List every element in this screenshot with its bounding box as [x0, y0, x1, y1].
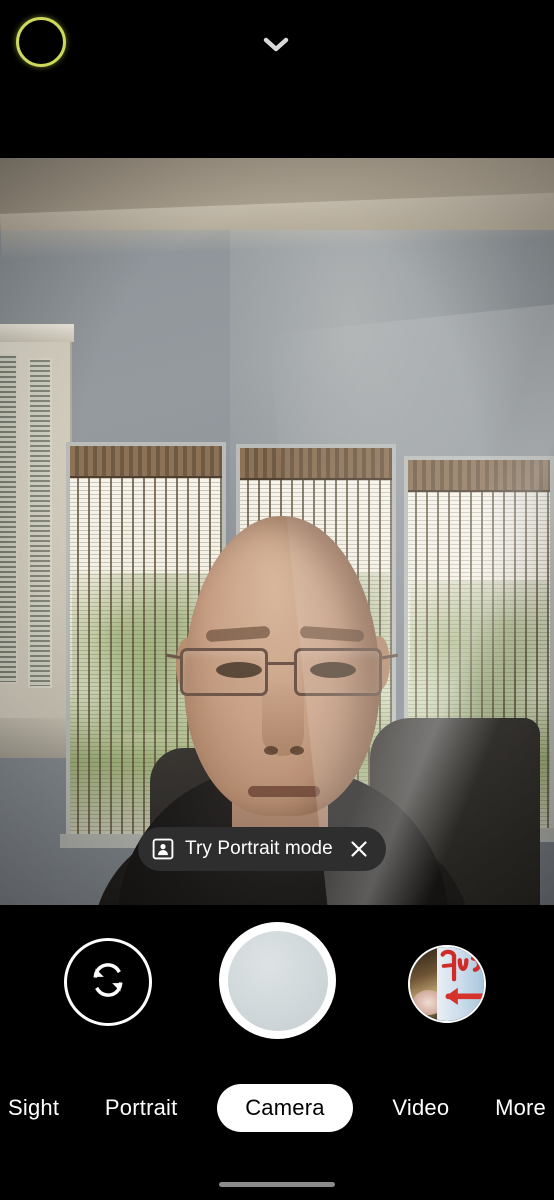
chevron-down-icon[interactable] [259, 30, 293, 58]
close-icon[interactable] [348, 838, 370, 860]
mode-camera[interactable]: Camera [217, 1084, 353, 1132]
shutter-button[interactable] [219, 922, 336, 1039]
mode-more[interactable]: More [489, 1095, 552, 1121]
flip-camera-icon [83, 955, 133, 1010]
top-control-bar [0, 0, 554, 158]
scene-vignette [0, 158, 554, 905]
thumbnail-red-markings-icon [440, 949, 484, 1005]
mode-portrait[interactable]: Portrait [99, 1095, 184, 1121]
mode-night-sight[interactable]: Sight [2, 1095, 65, 1121]
portrait-mode-suggestion[interactable]: Try Portrait mode [138, 827, 386, 871]
camera-viewfinder[interactable] [0, 158, 554, 905]
camera-mode-selector[interactable]: Sight Portrait Camera Video More [0, 1078, 554, 1138]
camera-active-indicator-icon [16, 17, 66, 67]
mode-video[interactable]: Video [386, 1095, 455, 1121]
shutter-inner-circle [227, 930, 328, 1031]
home-gesture-bar[interactable] [219, 1182, 335, 1187]
suggestion-label: Try Portrait mode [185, 838, 333, 859]
gallery-thumbnail-button[interactable] [408, 945, 486, 1023]
flip-camera-button[interactable] [64, 938, 152, 1026]
portrait-frame-icon [152, 838, 174, 860]
